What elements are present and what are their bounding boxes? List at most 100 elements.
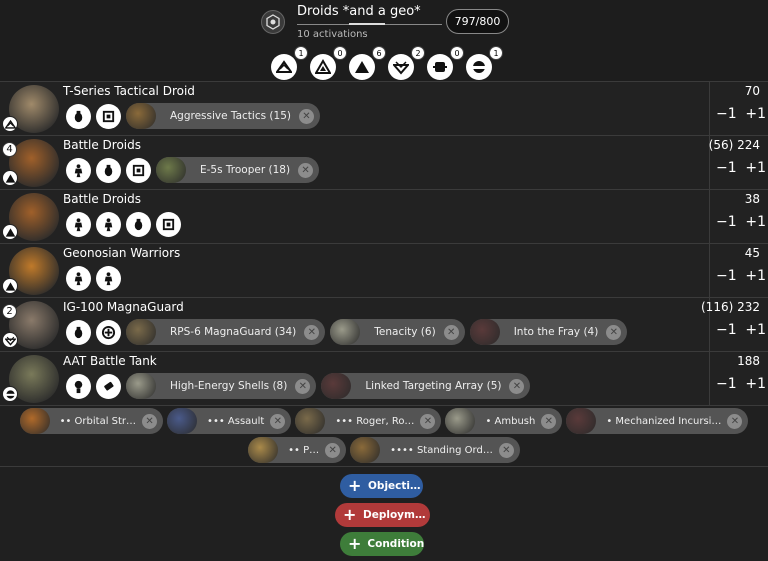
heavy-rank-icon [472,61,486,73]
command-card-label: ••• Assault [207,415,265,427]
command-card-chip[interactable]: • Mechanized Incursi… ✕ [566,408,749,434]
command-card-chip[interactable]: •• Orbital Str… ✕ [19,408,164,434]
upgrade-thumbnail [469,319,500,345]
grenade-slot-icon[interactable] [66,319,91,345]
upgrade-card-chip[interactable]: E-5s Trooper (18) ✕ [156,157,320,183]
list-title[interactable]: Droids *and a geo* [297,4,421,19]
command-card-chip[interactable]: •••• Standing Ord… ✕ [350,437,520,463]
support-rank-icon [433,62,447,72]
remove-upgrade-icon[interactable]: ✕ [509,378,525,394]
column-divider [709,82,710,136]
upgrade-thumbnail [126,319,156,345]
pilot-slot-icon[interactable] [66,373,91,399]
command-card-chip[interactable]: • Ambush ✕ [445,408,563,434]
comms-slot-icon[interactable] [156,211,181,237]
remove-upgrade-icon[interactable]: ✕ [304,324,320,340]
unit-name[interactable]: Battle Droids [63,192,141,206]
unit-count-badge[interactable]: 2 [2,304,17,319]
increment-button[interactable]: +1 [745,214,766,230]
list-header: Droids *and a geo* 10 activations 797/80… [0,0,768,81]
command-card-label: •• P… [288,444,320,456]
remove-upgrade-icon[interactable]: ✕ [298,108,314,124]
grenade-slot-icon[interactable] [96,157,121,183]
upgrade-card-chip[interactable]: Linked Targeting Array (5) ✕ [321,373,531,399]
decrement-button[interactable]: −1 [716,214,737,230]
remove-upgrade-icon[interactable]: ✕ [443,324,459,340]
command-card-chip[interactable]: •• P… ✕ [248,437,347,463]
upgrade-card-chip[interactable]: RPS-6 MagnaGuard (34) ✕ [126,319,326,345]
commander-rank-icon [276,60,292,73]
add-objective-button[interactable]: + Objecti… [340,474,423,498]
trooper-slot-icon[interactable] [96,265,121,291]
remove-upgrade-icon[interactable]: ✕ [606,324,622,340]
command-card-label: • Ambush [485,415,536,427]
command-card-label: • Mechanized Incursi… [606,415,722,427]
rank-count: 1 [489,46,503,60]
trooper-slot-icon[interactable] [66,265,91,291]
increment-button[interactable]: +1 [745,268,766,284]
upgrade-row [66,211,181,237]
trooper-slot-icon[interactable] [96,211,121,237]
decrement-button[interactable]: −1 [716,322,737,338]
decrement-button[interactable]: −1 [716,106,737,122]
command-card-thumbnail [295,408,326,434]
unit-row[interactable]: AAT Battle Tank High-Energy Shells (8) ✕ Li… [0,351,768,406]
unit-count-badge[interactable]: 4 [2,142,17,157]
command-card-chip[interactable]: ••• Assault ✕ [167,408,292,434]
upgrade-card-chip[interactable]: Aggressive Tactics (15) ✕ [126,103,320,129]
command-card-chip[interactable]: ••• Roger, Ro… ✕ [295,408,442,434]
separatist-faction-icon[interactable] [261,10,285,34]
remove-command-card-icon[interactable]: ✕ [498,442,514,458]
upgrade-card-chip[interactable]: High-Energy Shells (8) ✕ [126,373,317,399]
unit-name[interactable]: Battle Droids [63,138,141,152]
trooper-slot-icon[interactable] [66,157,91,183]
remove-command-card-icon[interactable]: ✕ [420,413,436,429]
decrement-button[interactable]: −1 [716,268,737,284]
remove-upgrade-icon[interactable]: ✕ [295,378,311,394]
decrement-button[interactable]: −1 [716,160,737,176]
decrement-button[interactable]: −1 [716,376,737,392]
upgrade-thumbnail [126,373,156,399]
comms-slot-icon[interactable] [96,103,121,129]
unit-name[interactable]: IG-100 MagnaGuard [63,300,184,314]
upgrade-card-chip[interactable]: Tenacity (6) ✕ [330,319,465,345]
remove-command-card-icon[interactable]: ✕ [142,413,158,429]
remove-upgrade-icon[interactable]: ✕ [298,162,314,178]
increment-button[interactable]: +1 [745,106,766,122]
increment-button[interactable]: +1 [745,376,766,392]
remove-command-card-icon[interactable]: ✕ [727,413,743,429]
remove-command-card-icon[interactable]: ✕ [541,413,557,429]
upgrade-row: E-5s Trooper (18) ✕ [66,157,320,183]
command-card-thumbnail [566,408,597,434]
unit-row[interactable]: T-Series Tactical Droid Aggressive Tactic… [0,81,768,136]
unit-row[interactable]: Geonosian Warriors 45 −1 +1 [0,243,768,298]
hardpoint-slot-icon[interactable] [96,373,121,399]
training-slot-icon[interactable] [96,319,121,345]
plus-icon: + [348,534,362,553]
increment-button[interactable]: +1 [745,322,766,338]
remove-command-card-icon[interactable]: ✕ [325,442,341,458]
add-deployment-button[interactable]: + Deploym… [335,503,430,527]
grenade-slot-icon[interactable] [66,103,91,129]
unit-name[interactable]: Geonosian Warriors [63,246,180,260]
title-underline [297,23,442,25]
upgrade-thumbnail [156,157,186,183]
unit-cost: 45 [744,246,760,260]
add-condition-button[interactable]: + Condition [340,532,424,556]
upgrade-row: High-Energy Shells (8) ✕ Linked Targeting … [66,373,531,399]
unit-row[interactable]: 2 IG-100 MagnaGuard RPS-6 MagnaGuard (34) ✕… [0,297,768,352]
upgrade-card-chip[interactable]: Into the Fray (4) ✕ [469,319,628,345]
increment-button[interactable]: +1 [745,160,766,176]
unit-row[interactable]: Battle Droids 38 −1 +1 [0,189,768,244]
unit-name[interactable]: AAT Battle Tank [63,354,157,368]
unit-row[interactable]: 4 Battle Droids E-5s Trooper (18) ✕ (56) 224… [0,135,768,190]
grenade-slot-icon[interactable] [126,211,151,237]
points-total[interactable]: 797/800 [446,9,509,34]
comms-slot-icon[interactable] [126,157,151,183]
column-divider [709,244,710,298]
trooper-slot-icon[interactable] [66,211,91,237]
unit-name[interactable]: T-Series Tactical Droid [63,84,195,98]
unit-rank-badge [2,170,18,186]
upgrade-label: E-5s Trooper (18) [200,164,291,176]
remove-command-card-icon[interactable]: ✕ [270,413,286,429]
